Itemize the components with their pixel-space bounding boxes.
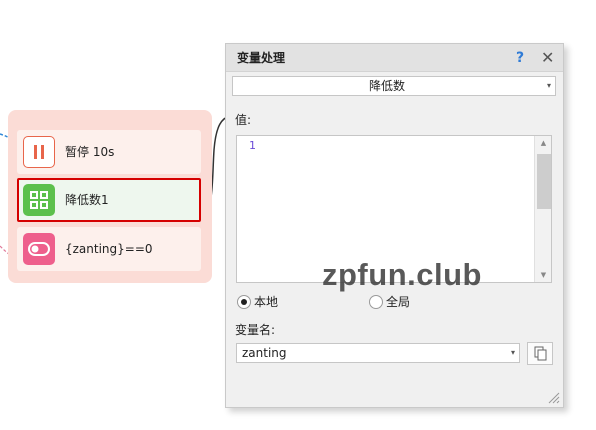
scope-local-label: 本地 — [254, 295, 279, 309]
radio-checked-icon — [237, 295, 251, 309]
panel-titlebar[interactable]: 变量处理 ? ✕ — [226, 44, 563, 72]
pause-icon — [23, 136, 55, 168]
scope-global-label: 全局 — [386, 295, 411, 309]
copy-icon — [534, 346, 547, 361]
scroll-down-icon[interactable]: ▼ — [535, 271, 552, 279]
variable-name-value: zanting — [242, 346, 287, 360]
flow-canvas: 暂停 10s 降低数1 {zanting}==0 变量处理 ? ✕ 降低数 ▾ … — [0, 0, 596, 430]
flow-node-label: {zanting}==0 — [65, 242, 153, 256]
resize-grip-icon[interactable] — [548, 392, 560, 404]
chevron-down-icon: ▾ — [510, 348, 515, 357]
watermark: zpfun.club — [322, 257, 482, 292]
flow-node-pause[interactable]: 暂停 10s — [17, 130, 201, 174]
scope-local-radio[interactable]: 本地 — [237, 294, 287, 310]
operation-select[interactable]: 降低数 ▾ — [232, 76, 556, 96]
close-icon[interactable]: ✕ — [541, 44, 554, 72]
line-number: 1 — [249, 139, 256, 152]
value-label: 值: — [235, 113, 252, 127]
operation-select-value: 降低数 — [368, 79, 405, 93]
scope-global-radio[interactable]: 全局 — [369, 294, 419, 310]
help-icon[interactable]: ? — [516, 44, 524, 72]
flow-node-decrement[interactable]: 降低数1 — [17, 178, 201, 222]
flow-node-label: 降低数1 — [65, 193, 109, 207]
scrollbar-thumb[interactable] — [537, 154, 551, 209]
variable-name-select[interactable]: zanting ▾ — [236, 343, 520, 363]
toggle-icon — [23, 233, 55, 265]
variable-processing-panel: 变量处理 ? ✕ 降低数 ▾ 值: 1 ▲ ▼ 本地 全局 变量名: zanti… — [225, 43, 564, 408]
scroll-up-icon[interactable]: ▲ — [535, 139, 552, 147]
chevron-down-icon: ▾ — [546, 81, 551, 90]
panel-title: 变量处理 — [237, 51, 286, 65]
flow-node-label: 暂停 10s — [65, 145, 115, 159]
editor-scrollbar[interactable]: ▲ ▼ — [534, 136, 551, 282]
grid-icon — [23, 184, 55, 216]
radio-unchecked-icon — [369, 295, 383, 309]
flow-node-condition[interactable]: {zanting}==0 — [17, 227, 201, 271]
copy-variable-button[interactable] — [527, 342, 553, 365]
variable-name-label: 变量名: — [235, 323, 276, 337]
